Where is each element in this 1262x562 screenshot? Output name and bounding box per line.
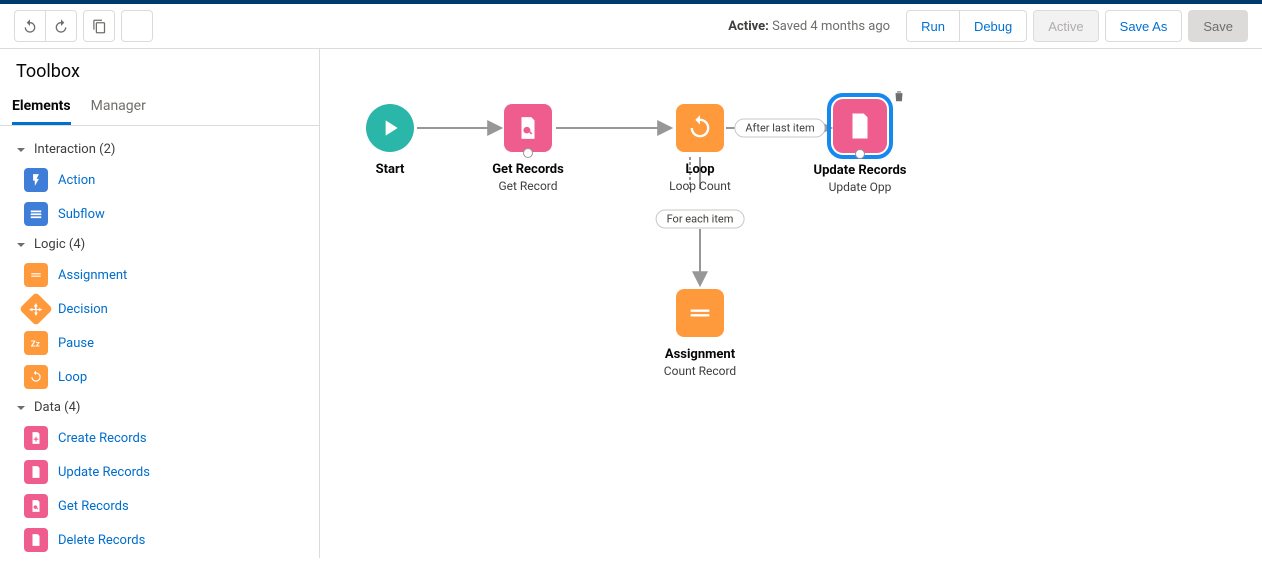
toolbox-item-delete-records[interactable]: Delete Records (14, 523, 305, 557)
item-label: Delete Records (58, 533, 145, 548)
item-label: Update Records (58, 465, 150, 480)
item-label: Action (58, 173, 95, 188)
assignment-node-icon[interactable] (676, 289, 724, 337)
chevron-down-icon (14, 143, 28, 157)
undo-button[interactable] (14, 10, 46, 42)
item-label: Subflow (58, 207, 105, 222)
svg-text:Zz: Zz (31, 339, 40, 349)
node-subtitle: Update Opp (829, 180, 892, 194)
saveas-button[interactable]: Save As (1105, 10, 1183, 42)
status-label: Active: (728, 19, 769, 34)
decision-icon (19, 292, 53, 326)
toolbar-left (14, 10, 153, 42)
item-label: Pause (58, 336, 94, 351)
delete-node-button[interactable] (892, 89, 906, 107)
node-title: Update Records (814, 163, 907, 178)
status-text: Saved 4 months ago (772, 19, 890, 34)
node-loop[interactable]: Loop Loop Count (630, 104, 770, 193)
item-label: Decision (58, 302, 108, 317)
toolbox-item-loop[interactable]: Loop (14, 360, 305, 394)
node-start[interactable]: Start (320, 104, 460, 177)
get-records-node-icon[interactable] (504, 104, 552, 152)
group-label: Interaction (2) (34, 142, 115, 157)
item-label: Loop (58, 370, 87, 385)
group-logic[interactable]: Logic (4) (14, 231, 305, 258)
toolbox-item-decision[interactable]: Decision (14, 292, 305, 326)
node-get-records[interactable]: Get Records Get Record (458, 104, 598, 193)
loop-icon (24, 365, 48, 389)
redo-button[interactable] (45, 10, 77, 42)
gear-icon (130, 19, 145, 34)
node-title: Assignment (665, 347, 735, 362)
save-status: Active: Saved 4 months ago (728, 19, 890, 34)
item-label: Assignment (58, 268, 127, 283)
get-records-icon (24, 494, 48, 518)
copy-button[interactable] (83, 10, 115, 42)
node-subtitle: Count Record (664, 364, 736, 378)
toolbox-item-assignment[interactable]: Assignment (14, 258, 305, 292)
node-update-records[interactable]: Update Records Update Opp (790, 99, 930, 194)
item-label: Get Records (58, 499, 129, 514)
toolbox-item-create-records[interactable]: Create Records (14, 421, 305, 455)
node-title: Loop (685, 162, 714, 177)
group-data[interactable]: Data (4) (14, 394, 305, 421)
toolbox-item-action[interactable]: Action (14, 163, 305, 197)
create-records-icon (24, 426, 48, 450)
chevron-down-icon (14, 401, 28, 415)
sidebar-tabs: Elements Manager (0, 90, 319, 126)
run-button[interactable]: Run (906, 10, 960, 42)
debug-button[interactable]: Debug (959, 10, 1027, 42)
undo-icon (22, 18, 38, 34)
assignment-icon (24, 263, 48, 287)
connector-handle[interactable] (855, 149, 865, 159)
sidebar-title: Toolbox (0, 49, 319, 90)
trash-icon (892, 89, 906, 103)
edge-label-for-each: For each item (656, 210, 745, 229)
update-records-icon (24, 460, 48, 484)
save-button[interactable]: Save (1188, 10, 1248, 42)
loop-node-icon[interactable] (676, 104, 724, 152)
flow-canvas[interactable]: Start Get Records Get Record Loop Loop C… (320, 49, 1262, 558)
tab-elements[interactable]: Elements (12, 90, 71, 125)
node-assignment[interactable]: Assignment Count Record (630, 289, 770, 378)
action-icon (24, 168, 48, 192)
node-title: Get Records (492, 162, 564, 177)
main-area: Toolbox Elements Manager Interaction (2)… (0, 49, 1262, 558)
group-label: Logic (4) (34, 237, 85, 252)
delete-records-icon (24, 528, 48, 552)
edge-label-after-last: After last item (734, 119, 825, 138)
connector-handle[interactable] (523, 148, 533, 158)
pause-icon: Zz (24, 331, 48, 355)
group-interaction[interactable]: Interaction (2) (14, 136, 305, 163)
toolbox-item-get-records[interactable]: Get Records (14, 489, 305, 523)
group-label: Data (4) (34, 400, 80, 415)
toolbox-item-pause[interactable]: Zz Pause (14, 326, 305, 360)
update-records-node-icon[interactable] (833, 99, 887, 153)
toolbox-item-update-records[interactable]: Update Records (14, 455, 305, 489)
subflow-icon (24, 202, 48, 226)
activate-button: Active (1033, 10, 1098, 42)
sidebar-tree: Interaction (2) Action Subflow Logic (4)… (0, 126, 319, 558)
redo-icon (53, 18, 69, 34)
toolbox-sidebar: Toolbox Elements Manager Interaction (2)… (0, 49, 320, 558)
item-label: Create Records (58, 431, 147, 446)
start-icon[interactable] (366, 104, 414, 152)
tab-manager[interactable]: Manager (91, 90, 146, 125)
node-subtitle: Loop Count (669, 179, 731, 193)
chevron-down-icon (14, 238, 28, 252)
copy-icon (92, 19, 107, 34)
toolbar-right: Active: Saved 4 months ago Run Debug Act… (728, 10, 1248, 42)
settings-button[interactable] (121, 10, 153, 42)
node-subtitle: Get Record (498, 179, 557, 193)
node-title: Start (376, 162, 405, 177)
top-toolbar: Active: Saved 4 months ago Run Debug Act… (0, 4, 1262, 49)
toolbox-item-subflow[interactable]: Subflow (14, 197, 305, 231)
